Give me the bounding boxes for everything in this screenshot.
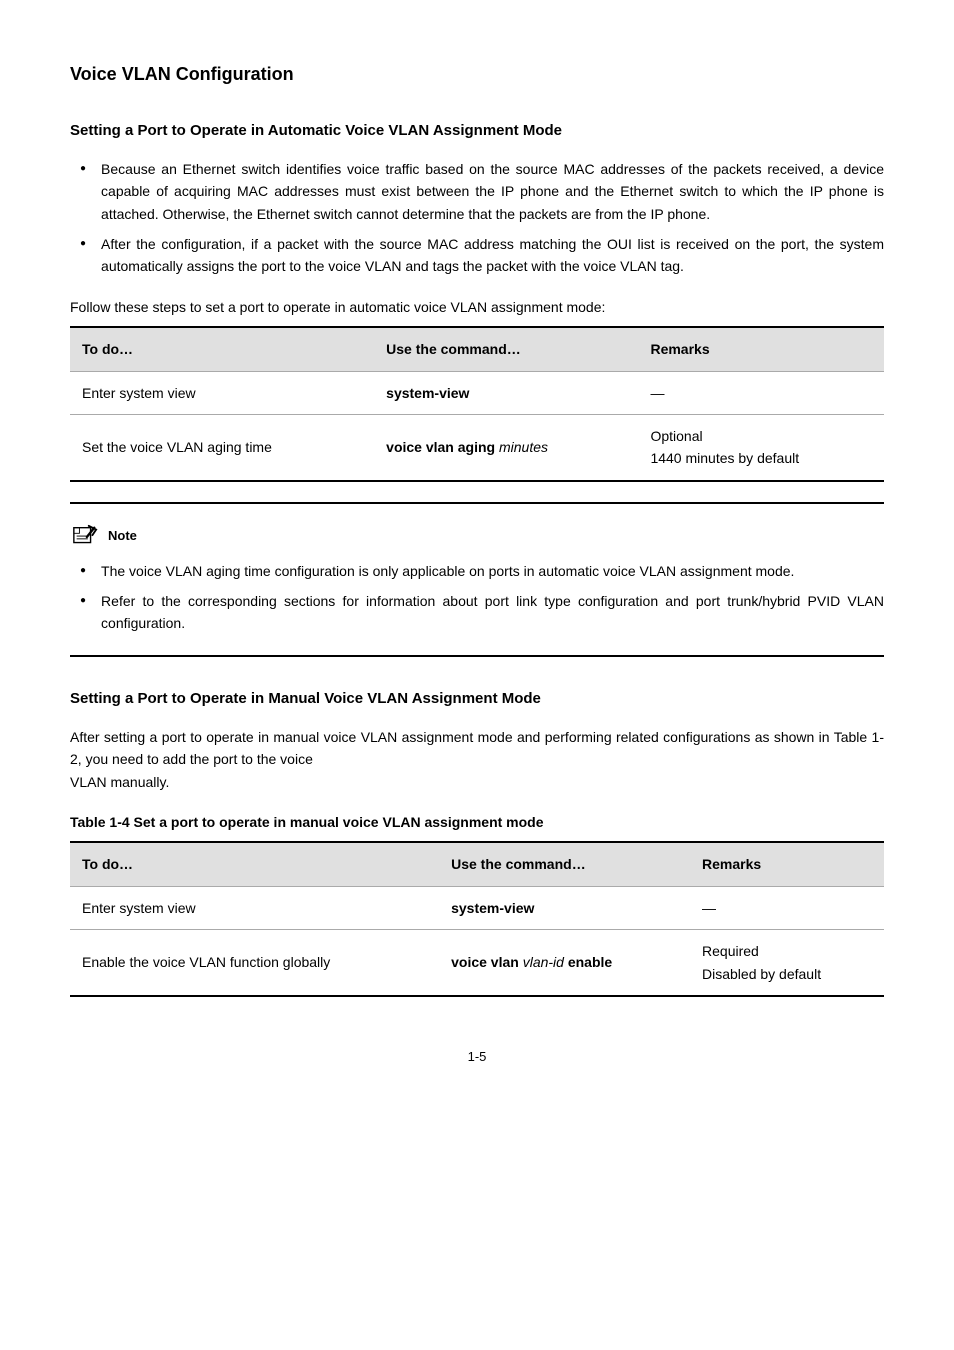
section2-intro: After setting a port to operate in manua… [70, 726, 884, 793]
bullet-text: The voice VLAN aging time configuration … [101, 560, 884, 582]
note-header: Note [70, 524, 884, 550]
table1-caption: Follow these steps to set a port to oper… [70, 296, 884, 318]
table-row: Set the voice VLAN aging time voice vlan… [70, 414, 884, 480]
bullet-text: Refer to the corresponding sections for … [101, 590, 884, 635]
page-heading: Voice VLAN Configuration [70, 60, 884, 89]
bullet-icon: ● [80, 560, 86, 582]
cell: system-view [439, 886, 690, 929]
table1: To do… Use the command… Remarks Enter sy… [70, 326, 884, 482]
note-bullet-1: ● The voice VLAN aging time configuratio… [70, 560, 884, 582]
note-icon [70, 524, 100, 550]
section1-bullet-2: ● After the configuration, if a packet w… [70, 233, 884, 278]
table1-header-1: To do… [70, 327, 374, 371]
divider [70, 502, 884, 504]
page-number: 1-5 [70, 1047, 884, 1068]
section1-bullet-1: ● Because an Ethernet switch identifies … [70, 158, 884, 225]
note-bullet-2: ● Refer to the corresponding sections fo… [70, 590, 884, 635]
bullet-text: After the configuration, if a packet wit… [101, 233, 884, 278]
table1-header-3: Remarks [638, 327, 884, 371]
cell: voice vlan vlan-id enable [439, 930, 690, 996]
cell: voice vlan aging minutes [374, 414, 638, 480]
bullet-text: Because an Ethernet switch identifies vo… [101, 158, 884, 225]
cell: system-view [374, 371, 638, 414]
bullet-icon: ● [80, 233, 86, 278]
table2: To do… Use the command… Remarks Enter sy… [70, 841, 884, 997]
divider [70, 655, 884, 657]
cell: Enter system view [70, 886, 439, 929]
cell: Set the voice VLAN aging time [70, 414, 374, 480]
note-section: Note ● The voice VLAN aging time configu… [70, 524, 884, 635]
cell: — [690, 886, 884, 929]
table2-caption: Table 1-4 Set a port to operate in manua… [70, 811, 884, 833]
cell: — [638, 371, 884, 414]
bullet-icon: ● [80, 590, 86, 635]
cell: Enter system view [70, 371, 374, 414]
table1-header-2: Use the command… [374, 327, 638, 371]
table2-header-3: Remarks [690, 842, 884, 886]
table2-header-1: To do… [70, 842, 439, 886]
note-label: Note [108, 526, 137, 547]
table-row: Enter system view system-view — [70, 371, 884, 414]
table-row: Enable the voice VLAN function globally … [70, 930, 884, 996]
bullet-icon: ● [80, 158, 86, 225]
section2-title: Setting a Port to Operate in Manual Voic… [70, 687, 884, 711]
cell: Optional 1440 minutes by default [638, 414, 884, 480]
table2-header-2: Use the command… [439, 842, 690, 886]
cell: Enable the voice VLAN function globally [70, 930, 439, 996]
section1-title: Setting a Port to Operate in Automatic V… [70, 119, 884, 143]
table-row: Enter system view system-view — [70, 886, 884, 929]
cell: Required Disabled by default [690, 930, 884, 996]
